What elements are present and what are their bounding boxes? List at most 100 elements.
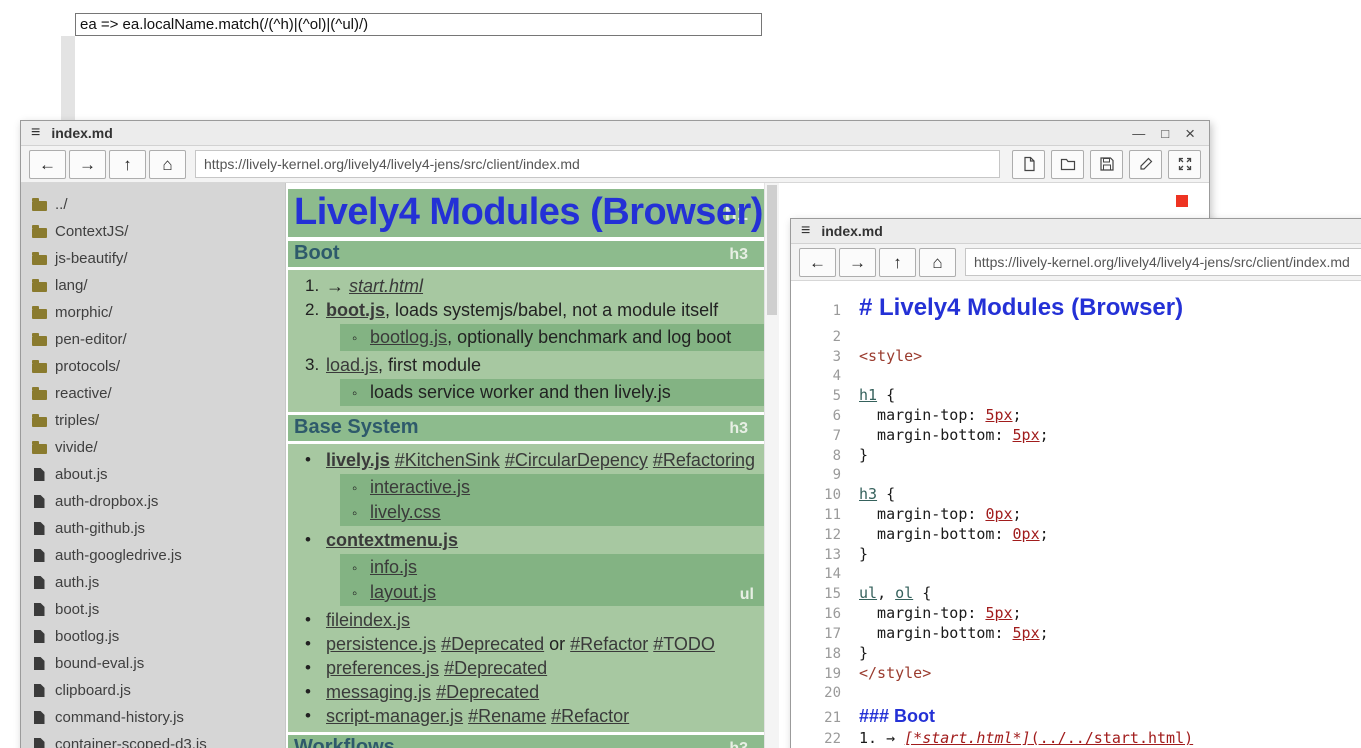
- markdown-link[interactable]: contextmenu.js: [326, 530, 458, 550]
- file-item[interactable]: auth-dropbox.js: [31, 488, 285, 515]
- markdown-link[interactable]: #Deprecated: [441, 634, 544, 654]
- file-item[interactable]: container-scoped-d3.js: [31, 731, 285, 748]
- file-item[interactable]: about.js: [31, 461, 285, 488]
- code-text: </style>: [859, 664, 931, 683]
- item-label: reactive/: [55, 385, 112, 402]
- code-line[interactable]: 1# Lively4 Modules (Browser): [791, 288, 1361, 328]
- code-line[interactable]: 9: [791, 466, 1361, 485]
- menu-icon[interactable]: ≡: [801, 222, 810, 240]
- code-line[interactable]: 10h3 {: [791, 485, 1361, 505]
- folder-item[interactable]: reactive/: [31, 380, 285, 407]
- file-item[interactable]: command-history.js: [31, 704, 285, 731]
- code-line[interactable]: 8}: [791, 446, 1361, 466]
- code-line[interactable]: 11 margin-top: 0px;: [791, 505, 1361, 525]
- markdown-link[interactable]: preferences.js: [326, 658, 439, 678]
- code-line[interactable]: 6 margin-top: 5px;: [791, 406, 1361, 426]
- maximize-button[interactable]: □: [1161, 127, 1169, 140]
- expand-button[interactable]: [1168, 150, 1201, 179]
- markdown-link[interactable]: script-manager.js: [326, 706, 463, 726]
- code-line[interactable]: 3<style>: [791, 347, 1361, 367]
- text-segment: →: [326, 276, 349, 296]
- edit-button[interactable]: [1129, 150, 1162, 179]
- minimize-button[interactable]: —: [1132, 127, 1145, 140]
- file-item[interactable]: bound-eval.js: [31, 650, 285, 677]
- code-line[interactable]: 17 margin-bottom: 5px;: [791, 624, 1361, 644]
- markdown-link[interactable]: info.js: [370, 557, 417, 577]
- file-item[interactable]: auth-googledrive.js: [31, 542, 285, 569]
- code-line[interactable]: 4: [791, 367, 1361, 386]
- home-button[interactable]: ⌂: [149, 150, 186, 179]
- folder-item[interactable]: vivide/: [31, 434, 285, 461]
- code-line[interactable]: 15ul, ol {: [791, 584, 1361, 604]
- code-line[interactable]: 13}: [791, 545, 1361, 565]
- home-button[interactable]: ⌂: [919, 248, 956, 277]
- file-icon: [34, 711, 45, 724]
- file-item[interactable]: bootlog.js: [31, 623, 285, 650]
- scrollbar-thumb[interactable]: [767, 185, 777, 315]
- code-line[interactable]: 19</style>: [791, 664, 1361, 684]
- code-line[interactable]: 18}: [791, 644, 1361, 664]
- menu-icon[interactable]: ≡: [31, 124, 40, 142]
- expression-input[interactable]: [75, 13, 762, 36]
- url-input[interactable]: [195, 150, 1000, 178]
- markdown-link[interactable]: bootlog.js: [370, 327, 447, 347]
- markdown-link[interactable]: #Deprecated: [436, 682, 539, 702]
- code-line[interactable]: 5h1 {: [791, 386, 1361, 406]
- markdown-link[interactable]: start.html: [349, 276, 423, 296]
- folder-icon: [32, 390, 47, 400]
- code-editor[interactable]: 1# Lively4 Modules (Browser)23<style>45h…: [791, 281, 1361, 748]
- close-button[interactable]: ×: [1185, 125, 1195, 142]
- code-text: # Lively4 Modules (Browser): [859, 288, 1183, 328]
- open-folder-button[interactable]: [1051, 150, 1084, 179]
- markdown-link[interactable]: #Refactoring: [653, 450, 755, 470]
- file-item[interactable]: auth.js: [31, 569, 285, 596]
- markdown-link[interactable]: #TODO: [653, 634, 715, 654]
- code-line[interactable]: 16 margin-top: 5px;: [791, 604, 1361, 624]
- markdown-link[interactable]: #KitchenSink: [395, 450, 500, 470]
- markdown-link[interactable]: interactive.js: [370, 477, 470, 497]
- file-item[interactable]: boot.js: [31, 596, 285, 623]
- back-button[interactable]: ←: [29, 150, 66, 179]
- folder-item[interactable]: pen-editor/: [31, 326, 285, 353]
- code-line[interactable]: 12 margin-bottom: 0px;: [791, 525, 1361, 545]
- markdown-link[interactable]: layout.js: [370, 582, 436, 602]
- markdown-link[interactable]: messaging.js: [326, 682, 431, 702]
- code-line[interactable]: 14: [791, 565, 1361, 584]
- code-line[interactable]: 7 margin-bottom: 5px;: [791, 426, 1361, 446]
- markdown-link[interactable]: #Refactor: [551, 706, 629, 726]
- folder-item[interactable]: ../: [31, 191, 285, 218]
- code-text: ### Boot: [859, 703, 935, 729]
- folder-item[interactable]: js-beautify/: [31, 245, 285, 272]
- markdown-link[interactable]: lively.css: [370, 502, 441, 522]
- markdown-link[interactable]: lively.js: [326, 450, 390, 470]
- markdown-link[interactable]: #Deprecated: [444, 658, 547, 678]
- file-item[interactable]: auth-github.js: [31, 515, 285, 542]
- up-button[interactable]: ↑: [879, 248, 916, 277]
- markdown-link[interactable]: #CircularDepency: [505, 450, 648, 470]
- code-line[interactable]: 21### Boot: [791, 703, 1361, 729]
- markdown-link[interactable]: boot.js: [326, 300, 385, 320]
- folder-item[interactable]: ContextJS/: [31, 218, 285, 245]
- code-line[interactable]: 20: [791, 684, 1361, 703]
- forward-button[interactable]: →: [839, 248, 876, 277]
- scrollbar[interactable]: [764, 183, 779, 748]
- url-input[interactable]: [965, 248, 1361, 276]
- new-file-button[interactable]: [1012, 150, 1045, 179]
- markdown-link[interactable]: load.js: [326, 355, 378, 375]
- folder-item[interactable]: triples/: [31, 407, 285, 434]
- up-button[interactable]: ↑: [109, 150, 146, 179]
- heading-text: Lively4 Modules (Browser): [294, 189, 763, 235]
- markdown-link[interactable]: fileindex.js: [326, 610, 410, 630]
- markdown-link[interactable]: #Rename: [468, 706, 546, 726]
- save-button[interactable]: [1090, 150, 1123, 179]
- folder-item[interactable]: lang/: [31, 272, 285, 299]
- file-item[interactable]: clipboard.js: [31, 677, 285, 704]
- back-button[interactable]: ←: [799, 248, 836, 277]
- markdown-link[interactable]: #Refactor: [570, 634, 648, 654]
- markdown-link[interactable]: persistence.js: [326, 634, 436, 654]
- folder-item[interactable]: morphic/: [31, 299, 285, 326]
- code-line[interactable]: 2: [791, 328, 1361, 347]
- folder-item[interactable]: protocols/: [31, 353, 285, 380]
- forward-button[interactable]: →: [69, 150, 106, 179]
- code-line[interactable]: 221. → [*start.html*](../../start.html): [791, 729, 1361, 748]
